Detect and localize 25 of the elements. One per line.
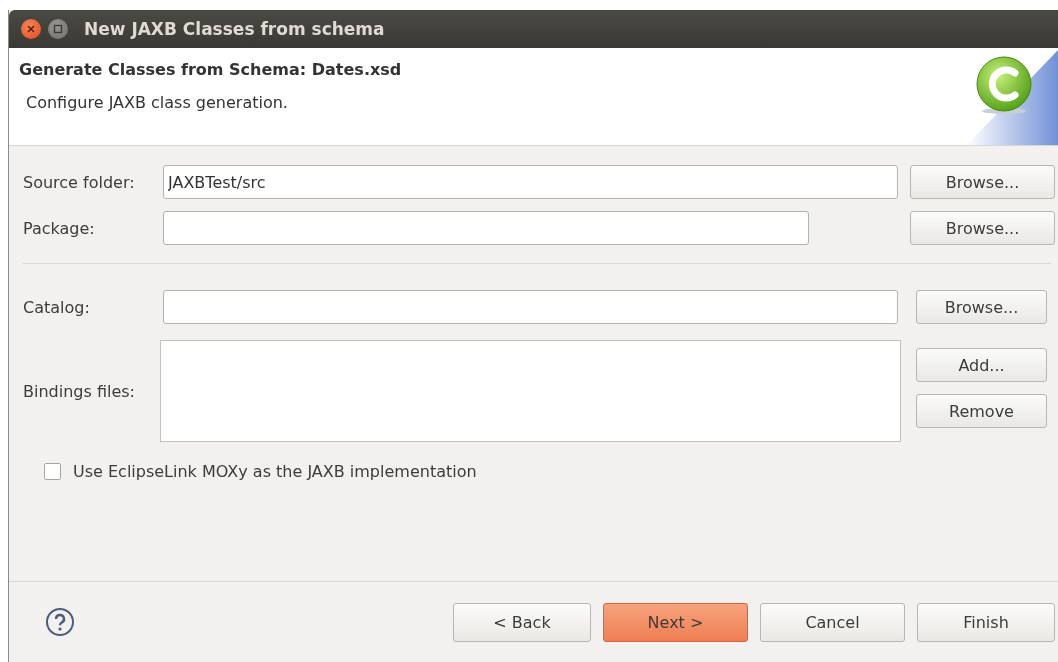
page-title: Generate Classes from Schema: Dates.xsd [19,60,402,79]
dialog-button[interactable]: < Back [453,602,591,642]
text-field[interactable] [163,211,809,245]
side-button[interactable]: Browse... [910,211,1055,245]
list-box[interactable] [160,340,901,442]
dialog-button[interactable]: Cancel [760,602,905,642]
page-description: Configure JAXB class generation. [26,93,289,112]
checkbox[interactable] [44,463,61,480]
field-label: Bindings files: [23,381,136,401]
text-field[interactable]: JAXBTest/src [163,165,898,199]
text-field[interactable] [163,290,898,324]
field-label: Catalog: [23,297,91,317]
dialog-button[interactable]: Finish [917,602,1055,642]
maximize-icon[interactable] [48,19,68,39]
help-icon[interactable] [45,607,75,637]
checkbox-label[interactable]: Use EclipseLink MOXy as the JAXB implementation [73,462,477,481]
field-label: Package: [23,218,96,238]
dialog-button[interactable]: Next > [603,602,748,642]
side-button[interactable]: Add... [916,348,1047,382]
side-button[interactable]: Browse... [916,290,1047,324]
close-icon[interactable] [21,19,41,39]
window-title: New JAXB Classes from schema [84,19,385,39]
side-button[interactable]: Remove [916,394,1047,428]
field-label: Source folder: [23,172,136,192]
side-button[interactable]: Browse... [910,165,1055,199]
